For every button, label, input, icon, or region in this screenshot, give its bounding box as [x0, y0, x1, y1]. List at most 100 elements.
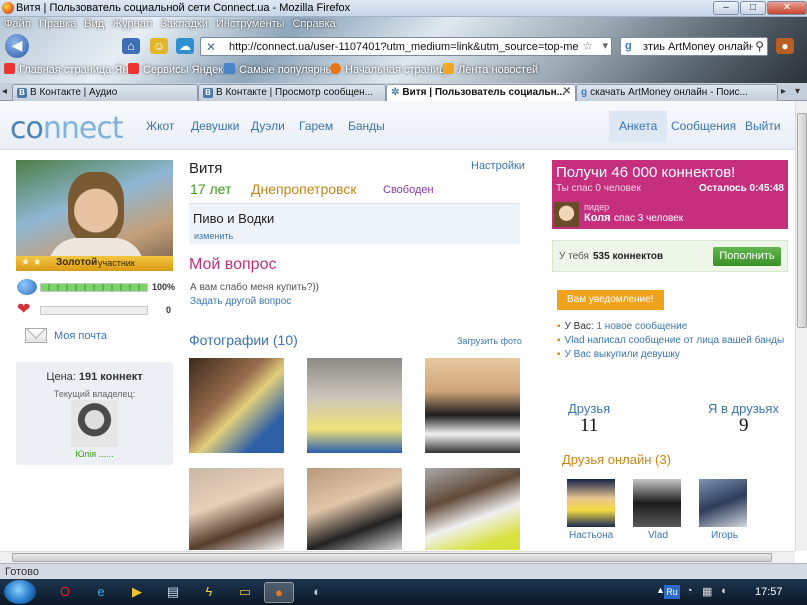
friended-by-label[interactable]: Я в друзьях: [708, 401, 779, 416]
photos-title[interactable]: Фотографии (10): [189, 332, 298, 348]
tab-scroll-left-icon[interactable]: ◂: [2, 86, 7, 97]
bookmark-start-page[interactable]: Начальная страница: [330, 63, 451, 76]
online-friend-avatar[interactable]: [633, 479, 681, 527]
notification-label: Вам уведомление!: [557, 290, 664, 310]
window-titlebar: Витя | Пользователь социальной сети Conn…: [0, 0, 807, 17]
friended-by-count: 9: [739, 415, 749, 436]
notepad-icon[interactable]: ▤: [158, 582, 188, 603]
stat-bar-1: [40, 283, 148, 292]
notification-link[interactable]: 1 новое сообщение: [596, 321, 687, 332]
promo-user-avatar[interactable]: [554, 202, 579, 227]
menu-history[interactable]: Журнал: [108, 17, 156, 31]
addon-cat-icon[interactable]: ●: [776, 38, 794, 54]
bookmark-yandex-main[interactable]: Главная страница Ян...: [4, 63, 138, 76]
connect-logo[interactable]: connect: [10, 111, 124, 146]
photo-thumbnail[interactable]: [189, 358, 284, 453]
skype-icon[interactable]: ☁: [176, 38, 194, 54]
nav-duels[interactable]: Дуэли: [251, 119, 285, 133]
friends-label[interactable]: Друзья: [568, 401, 610, 416]
bookmark-popular[interactable]: Самые популярные: [224, 63, 340, 76]
nav-girls[interactable]: Девушки: [191, 119, 240, 133]
menu-view[interactable]: Вид: [80, 17, 108, 31]
explorer-folder-icon[interactable]: ▭: [230, 582, 260, 603]
bookmark-yandex-services[interactable]: Сервисы Яндекса: [128, 63, 235, 76]
promo-box[interactable]: Получи 46 000 коннектов! Ты спас 0 челов…: [552, 160, 788, 229]
minimize-button[interactable]: –: [713, 1, 739, 15]
tab-google-search[interactable]: g скачать ArtMoney онлайн - Поис...: [576, 84, 778, 101]
nav-profile[interactable]: Анкета: [609, 111, 668, 142]
topup-button[interactable]: Пополнить: [713, 247, 781, 266]
nav-messages[interactable]: Сообщения: [661, 111, 746, 142]
photo-thumbnail[interactable]: [189, 468, 284, 550]
menu-bookmarks[interactable]: Закладки: [156, 17, 212, 31]
ie-icon[interactable]: e: [86, 582, 116, 603]
bookmark-news-feed[interactable]: Лента новостей: [443, 63, 538, 76]
my-mail-link[interactable]: Моя почта: [54, 330, 107, 342]
promo-user-name[interactable]: Коля: [584, 212, 611, 224]
owner-name-link[interactable]: Юлія ......: [16, 449, 173, 459]
tab-list-icon[interactable]: ▾: [795, 86, 800, 97]
tray-icon[interactable]: ◔: [686, 585, 693, 597]
vertical-scroll-thumb[interactable]: [797, 113, 807, 328]
menu-edit[interactable]: Правка: [35, 17, 80, 31]
vertical-scrollbar[interactable]: [795, 101, 807, 551]
relationship-status: Свободен: [383, 184, 434, 196]
notification-link[interactable]: Vlad написал сообщение от лица вашей бан…: [565, 335, 785, 346]
profile-avatar[interactable]: [16, 160, 173, 271]
ask-question-link[interactable]: Задать другой вопрос: [190, 296, 291, 307]
photo-thumbnail[interactable]: [307, 468, 402, 550]
navigation-bar: ◀ ⌂ ☺ ☁ ✕ http://connect.ua/user-1107401…: [0, 33, 807, 59]
volume-icon[interactable]: ◖: [720, 585, 727, 597]
app-taskbar-icon[interactable]: ◐: [302, 582, 332, 603]
price-value: 191 коннект: [78, 371, 143, 383]
tab-profile[interactable]: ✲ Витя | Пользователь социальн... ✕: [386, 84, 576, 102]
menu-file[interactable]: Файл: [0, 17, 35, 31]
opera-icon[interactable]: O: [50, 582, 80, 603]
menu-help[interactable]: Справка: [288, 17, 339, 31]
horizontal-scrollbar[interactable]: [0, 551, 795, 563]
winamp-icon[interactable]: ϟ: [194, 582, 224, 603]
photo-thumbnail[interactable]: [307, 358, 402, 453]
online-friend-name[interactable]: Vlad: [648, 530, 668, 541]
nav-harem[interactable]: Гарем: [299, 119, 333, 133]
menu-tools[interactable]: Инструменты: [212, 17, 289, 31]
question-title: Мой вопрос: [189, 256, 277, 273]
start-button-icon[interactable]: [4, 580, 36, 604]
settings-link[interactable]: Настройки: [471, 160, 525, 172]
media-player-icon[interactable]: ▶: [122, 582, 152, 603]
tab-bar: ◂ BВ Контакте | Аудио BВ Контакте | Прос…: [0, 83, 807, 102]
close-window-button[interactable]: ✕: [767, 1, 807, 15]
search-input[interactable]: g зтиь ArtMoney онлайн ⚲: [620, 37, 768, 56]
online-friend-avatar[interactable]: [699, 479, 747, 527]
notification-link[interactable]: У Вас выкупили девушку: [565, 349, 680, 360]
horizontal-scroll-thumb[interactable]: [12, 553, 772, 562]
tab-vk-audio[interactable]: BВ Контакте | Аудио: [12, 84, 198, 101]
owner-avatar[interactable]: [71, 400, 118, 447]
nav-zhkot[interactable]: Жкот: [146, 119, 174, 133]
url-bar[interactable]: ✕ http://connect.ua/user-1107401?utm_med…: [200, 37, 612, 56]
back-icon[interactable]: ◀: [5, 34, 29, 58]
online-friend-name[interactable]: Настьона: [569, 530, 613, 541]
home-icon[interactable]: ⌂: [122, 38, 140, 54]
addon-icon[interactable]: ☺: [150, 38, 168, 54]
online-friend-name[interactable]: Игорь: [711, 530, 738, 541]
upload-photo-link[interactable]: Загрузить фото: [457, 336, 522, 346]
bookmark-star-icon[interactable]: ☆: [582, 39, 593, 53]
tab-scroll-right-icon[interactable]: ▸: [781, 86, 786, 97]
search-icon[interactable]: ⚲: [755, 39, 764, 53]
network-icon[interactable]: ▦: [702, 585, 712, 598]
nav-gangs[interactable]: Банды: [348, 119, 385, 133]
heart-icon: ❤: [17, 301, 31, 318]
reload-icon[interactable]: ▾: [602, 39, 608, 52]
change-motto-link[interactable]: изменить: [194, 231, 233, 241]
photo-thumbnail[interactable]: [425, 468, 520, 550]
close-tab-icon[interactable]: ✕: [563, 86, 571, 97]
language-indicator[interactable]: Ru: [664, 585, 680, 599]
online-friend-avatar[interactable]: [567, 479, 615, 527]
nav-logout[interactable]: Выйти: [735, 111, 791, 142]
photo-thumbnail[interactable]: [425, 358, 520, 453]
rank-name: Золотой: [56, 257, 98, 268]
maximize-button[interactable]: □: [740, 1, 766, 15]
tab-vk-messages[interactable]: BВ Контакте | Просмотр сообщен...: [198, 84, 386, 101]
firefox-taskbar-icon[interactable]: ●: [264, 582, 294, 603]
